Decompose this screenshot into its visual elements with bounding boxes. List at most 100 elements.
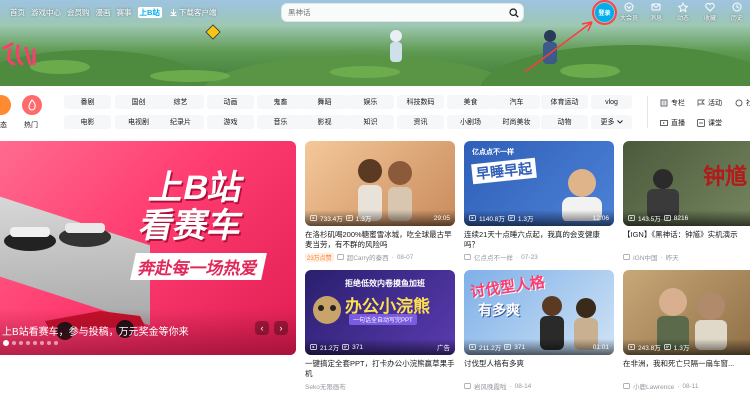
category-chip[interactable]: 娱乐 xyxy=(347,95,394,109)
category-chip[interactable]: vlog xyxy=(591,95,632,109)
play-count: 243.8万 xyxy=(638,345,661,352)
message-entry[interactable]: 消息 xyxy=(647,2,665,22)
nav-tv[interactable]: 上B站 xyxy=(137,6,162,18)
uploader-name[interactable]: IGN中国 xyxy=(633,252,658,262)
video-title[interactable]: 【IGN】《黑神话：钟馗》实机演示 xyxy=(623,230,750,250)
download-client-link[interactable]: 下载客户端 xyxy=(170,7,217,18)
carousel-dot[interactable] xyxy=(40,341,44,345)
video-card[interactable]: 733.4万 1.3万 29:05 在洛杉矶喝200%糖蜜雪冰城，吃全球最古早麦… xyxy=(305,141,455,262)
community-label: 社 xyxy=(746,100,750,107)
video-title[interactable]: 一键搞定全套PPT，打卡办公小浣熊赢草果手机 xyxy=(305,359,455,379)
carousel-dot[interactable] xyxy=(54,341,58,345)
nav-esports[interactable]: 赛事 xyxy=(117,7,132,18)
video-card[interactable]: 243.8万 1.3万 在非洲，我和死亡只隔一扇车窗... 小鹿Lawrence… xyxy=(623,270,750,391)
carousel-dot[interactable] xyxy=(19,341,23,345)
dynamic-entry-label[interactable]: 态 xyxy=(0,120,7,130)
video-thumbnail[interactable]: 拒绝低效内卷摸鱼加班 办公小浣熊 一句话全自动写完PPT 21.2万 371 广… xyxy=(305,270,455,355)
uploader-name[interactable]: 小鹿Lawrence xyxy=(633,381,674,391)
search-input[interactable] xyxy=(282,4,505,21)
vip-label: 大会员 xyxy=(620,16,639,22)
category-chip[interactable]: 游戏 xyxy=(207,115,254,129)
favorite-icon xyxy=(705,2,715,12)
video-thumbnail[interactable]: 733.4万 1.3万 29:05 xyxy=(305,141,455,226)
category-chip[interactable]: 电视剧 xyxy=(115,115,162,129)
category-chip[interactable]: 电影 xyxy=(64,115,111,129)
uploader-name[interactable]: 岩风晚霞啦 xyxy=(474,381,507,391)
category-chip[interactable]: 影视 xyxy=(301,115,348,129)
favorite-entry[interactable]: 收藏 xyxy=(701,2,719,22)
video-card[interactable]: 拒绝低效内卷摸鱼加班 办公小浣熊 一句话全自动写完PPT 21.2万 371 广… xyxy=(305,270,455,391)
category-chip[interactable]: 国创 xyxy=(115,95,162,109)
video-thumbnail[interactable]: 讨伐型人格 有多爽 211.2万 371 01:01 xyxy=(464,270,614,355)
nav-game-center[interactable]: 游戏中心 xyxy=(31,7,61,18)
more-categories-button[interactable]: 更多 xyxy=(591,115,632,129)
play-count: 211.2万 xyxy=(479,345,502,352)
upload-date: 07-23 xyxy=(521,253,538,261)
danmaku-icon xyxy=(345,215,353,221)
dynamic-entry[interactable]: 动态 xyxy=(674,2,692,22)
video-stats: 211.2万 371 01:01 xyxy=(464,339,614,355)
uploader-name[interactable]: 超Carry的秦西 xyxy=(347,252,389,262)
video-thumbnail[interactable]: 亿点点不一样 早睡早起 1140.8万 1.3万 12:06 xyxy=(464,141,614,226)
carousel-dot[interactable] xyxy=(3,340,9,346)
category-chip[interactable]: 音乐 xyxy=(257,115,304,129)
play-count-icon xyxy=(628,215,635,221)
activity-label: 活动 xyxy=(708,100,722,107)
community-link[interactable]: 社 xyxy=(735,98,750,108)
nav-home[interactable]: 首页 xyxy=(10,7,25,18)
dynamic-entry-icon[interactable] xyxy=(0,95,11,115)
nav-mall[interactable]: 会员购 xyxy=(67,7,90,18)
hero-headline-1: 上B站 xyxy=(145,169,247,207)
video-title[interactable]: 在洛杉矶喝200%糖蜜雪冰城，吃全球最古早麦当劳，有不群的风险吗 xyxy=(305,230,455,250)
course-link[interactable]: 课堂 xyxy=(697,118,722,128)
category-chip[interactable]: 科技数码 xyxy=(397,95,444,109)
category-chip[interactable]: 纪录片 xyxy=(157,115,204,129)
trending-label[interactable]: 热门 xyxy=(24,120,38,130)
category-chip[interactable]: 体育运动 xyxy=(541,95,588,109)
danmaku-count: 371 xyxy=(514,343,526,351)
category-chip[interactable]: 汽车 xyxy=(493,95,540,109)
uploader-name[interactable]: 亿点点不一样 xyxy=(474,252,513,262)
history-label: 历史 xyxy=(730,16,743,22)
carousel-dot[interactable] xyxy=(12,341,16,345)
video-stats: 143.5万 8216 xyxy=(623,210,750,226)
activity-link[interactable]: 活动 xyxy=(697,98,722,108)
history-entry[interactable]: 历史 xyxy=(728,2,746,22)
carousel-next-button[interactable]: › xyxy=(274,321,288,335)
carousel-prev-button[interactable]: ‹ xyxy=(255,321,269,335)
nav-manga[interactable]: 漫画 xyxy=(96,7,111,18)
hero-caption[interactable]: 上B站看赛车，参与投稿，万元奖金等你来 xyxy=(2,323,189,338)
video-title[interactable]: 在非洲，我和死亡只隔一扇车窗... xyxy=(623,359,750,379)
hero-carousel[interactable]: 上B站 看赛车 奔赴每一场热爱 上B站看赛车，参与投稿，万元奖金等你来 ‹ › xyxy=(0,141,296,355)
bilibili-logo[interactable] xyxy=(0,40,40,70)
trending-entry[interactable] xyxy=(22,95,42,115)
carousel-dot[interactable] xyxy=(26,341,30,345)
play-count-icon xyxy=(469,215,476,221)
category-chip[interactable]: 资讯 xyxy=(397,115,444,129)
video-card[interactable]: 讨伐型人格 有多爽 211.2万 371 01:01 讨伐型人格有多爽 岩风晚霞… xyxy=(464,270,614,391)
live-link[interactable]: 直播 xyxy=(660,118,685,128)
video-thumbnail[interactable]: 钟馗 143.5万 8216 xyxy=(623,141,750,226)
category-chip[interactable]: 综艺 xyxy=(157,95,204,109)
carousel-dot[interactable] xyxy=(33,341,37,345)
category-chip[interactable]: 鬼畜 xyxy=(257,95,304,109)
uploader-name[interactable]: Seko无限画布 xyxy=(305,381,346,391)
video-card[interactable]: 钟馗 143.5万 8216 【IGN】《黑神话：钟馗》实机演示 IGN中国 ·… xyxy=(623,141,750,262)
category-chip[interactable]: 番剧 xyxy=(64,95,111,109)
column-link[interactable]: 专栏 xyxy=(660,98,685,108)
category-chip[interactable]: 动物 xyxy=(541,115,588,129)
category-chip[interactable]: 知识 xyxy=(347,115,394,129)
video-thumbnail[interactable]: 243.8万 1.3万 xyxy=(623,270,750,355)
category-chip[interactable]: 时尚美妆 xyxy=(493,115,540,129)
carousel-dot[interactable] xyxy=(47,341,51,345)
video-uploader-row: 亿点点不一样 · 07-23 xyxy=(464,252,614,262)
video-title[interactable]: 连续21天十点睡六点起，我真的会变健康吗？ xyxy=(464,230,614,250)
category-chip[interactable]: 动画 xyxy=(207,95,254,109)
category-chip[interactable]: 舞蹈 xyxy=(301,95,348,109)
video-card[interactable]: 亿点点不一样 早睡早起 1140.8万 1.3万 12:06 连续21天十点睡六… xyxy=(464,141,614,262)
category-chip[interactable]: 小剧场 xyxy=(447,115,494,129)
download-label: 下载客户端 xyxy=(178,7,217,17)
video-title[interactable]: 讨伐型人格有多爽 xyxy=(464,359,614,379)
vip-entry[interactable]: 大会员 xyxy=(620,2,638,22)
category-chip[interactable]: 美食 xyxy=(447,95,494,109)
